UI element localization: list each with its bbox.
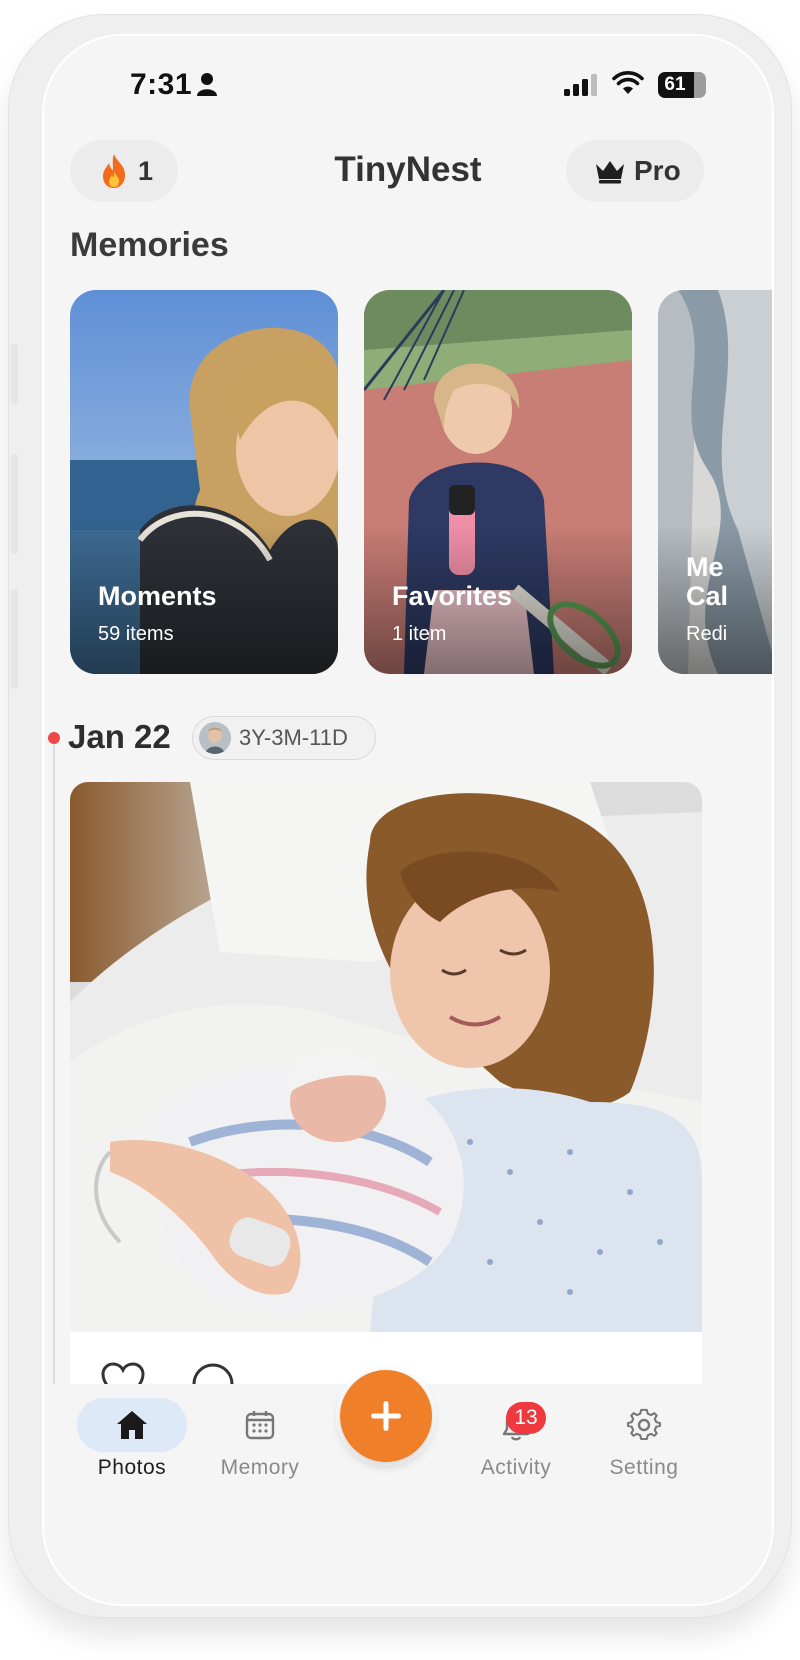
person-icon: [197, 73, 217, 96]
phone-frame: 7:31 61 1 TinyNest Pro Memories Moments …: [8, 14, 792, 1618]
battery-indicator: 61: [658, 72, 706, 98]
memories-carousel[interactable]: Moments 59 items Favorites 1 item Me Cal…: [70, 290, 772, 674]
memories-heading: Memories: [70, 226, 229, 264]
child-avatar: [199, 722, 231, 754]
memory-card-title-line1: Me: [686, 552, 724, 582]
home-icon: [117, 1411, 147, 1439]
timeline-date: Jan 22: [68, 718, 171, 755]
tab-photos-highlight: [77, 1398, 187, 1452]
child-age: 3Y-3M-11D: [239, 725, 348, 750]
tab-label: Memory: [220, 1456, 300, 1479]
pro-button[interactable]: Pro: [566, 140, 704, 202]
pro-label: Pro: [634, 155, 681, 186]
memory-card-favorites[interactable]: Favorites 1 item: [364, 290, 632, 674]
timeline-line: [53, 744, 55, 1404]
tab-setting-icon-wrap: [589, 1398, 699, 1452]
tab-label: Setting: [609, 1456, 679, 1479]
status-bar: 7:31 61: [44, 36, 772, 136]
memory-card-count: 59 items: [98, 623, 174, 645]
calendar-icon: [245, 1411, 275, 1440]
side-button: [11, 454, 18, 554]
post-photo[interactable]: [70, 782, 702, 1332]
memory-card-moments[interactable]: Moments 59 items: [70, 290, 338, 674]
plus-icon: [371, 1401, 401, 1431]
memory-card-count: Redi: [686, 623, 728, 645]
tab-photos[interactable]: Photos: [52, 1384, 187, 1504]
notification-badge: 13: [506, 1402, 546, 1434]
tab-setting[interactable]: Setting: [564, 1384, 694, 1504]
memory-card-title: Moments: [98, 581, 217, 611]
side-button: [11, 344, 18, 404]
status-time: 7:31: [130, 68, 193, 101]
memory-card-calendar[interactable]: Me Cal Redi: [658, 290, 772, 674]
mother-newborn-photo: [70, 782, 702, 1332]
tab-memory-icon-wrap: [205, 1398, 315, 1452]
memory-card-title: Favorites: [392, 581, 513, 611]
battery-level: 61: [664, 74, 686, 95]
wifi-icon: [612, 71, 644, 94]
side-button: [11, 589, 18, 689]
gear-icon: [627, 1408, 661, 1441]
memory-card-title-line2: Cal: [686, 581, 729, 611]
crown-icon: [596, 161, 624, 184]
tab-memory[interactable]: Memory: [180, 1384, 310, 1504]
age-chip: 3Y-3M-11D: [192, 716, 376, 760]
app-screen: 7:31 61 1 TinyNest Pro Memories Moments …: [44, 36, 772, 1604]
tab-activity[interactable]: Activity: [436, 1384, 566, 1504]
add-button[interactable]: [340, 1370, 432, 1462]
bottom-tab-bar: Photos Memory Activity 13 Setting: [44, 1370, 772, 1604]
timeline-dot: [48, 732, 60, 744]
cellular-signal-icon: [564, 74, 597, 96]
memory-card-count: 1 item: [392, 623, 447, 645]
